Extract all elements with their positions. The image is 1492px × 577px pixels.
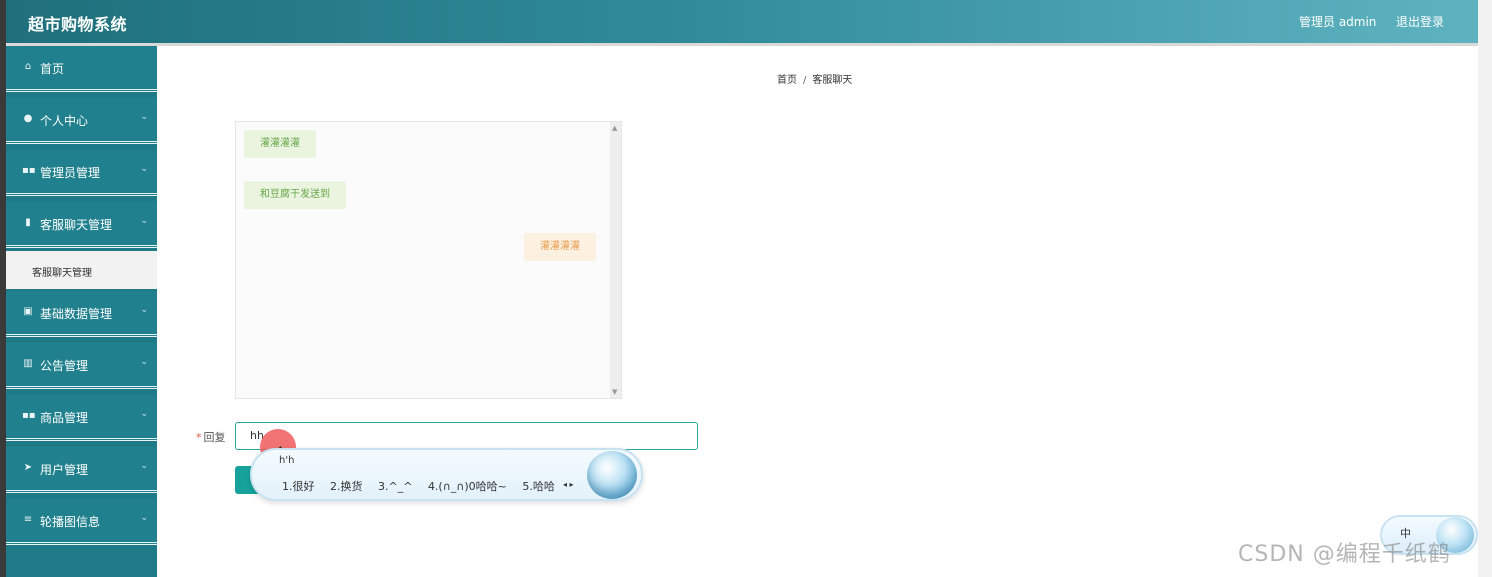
sliders-icon: ≡	[23, 514, 33, 525]
breadcrumb-separator: /	[803, 75, 807, 86]
ime-candidate-window[interactable]: h'h 1.很好 2.换货 3.^_^ 4.(∩_∩)0哈哈~ 5.哈哈 ◂ ▸	[250, 448, 643, 501]
reply-input[interactable]: hh	[235, 422, 698, 450]
submenu-item-chat-management[interactable]: 客服聊天管理	[6, 251, 157, 289]
chevron-down-icon: ⌄	[140, 461, 148, 471]
sidebar-item-label: 客服聊天管理	[40, 218, 113, 232]
submenu-item-label: 客服聊天管理	[32, 268, 92, 279]
chevron-down-icon: ⌄	[140, 164, 148, 174]
ime-candidate-list: 1.很好 2.换货 3.^_^ 4.(∩_∩)0哈哈~ 5.哈哈	[282, 478, 567, 494]
chevron-down-icon: ⌄	[140, 513, 148, 523]
reply-label: * 回复	[196, 429, 226, 445]
chat-scrollbar[interactable]: ▲ ▼	[610, 122, 621, 398]
bars-icon: ▥	[23, 358, 33, 369]
chevron-down-icon: ⌄	[140, 216, 148, 226]
ime-pinyin: h'h	[279, 455, 295, 466]
required-mark: *	[196, 431, 202, 444]
top-header: 超市购物系统 管理员 admin 退出登录	[6, 0, 1478, 43]
reply-label-text: 回复	[203, 431, 226, 444]
send-icon: ➤	[23, 462, 33, 473]
sidebar-item-label: 个人中心	[40, 114, 89, 128]
chevron-down-icon: ⌄	[140, 357, 148, 367]
ime-candidate[interactable]: 4.(∩_∩)0哈哈~	[428, 480, 507, 493]
chat-history-panel[interactable]: 灌灌灌灌 和豆腐干发送到 灌灌灌灌 ▲ ▼	[235, 121, 622, 399]
scroll-down-arrow-icon[interactable]: ▼	[612, 388, 617, 396]
breadcrumb-current: 客服聊天	[812, 75, 853, 86]
clipboard-icon: ▮	[25, 217, 31, 228]
ime-orb-icon	[587, 451, 637, 499]
scroll-up-arrow-icon[interactable]: ▲	[612, 124, 617, 132]
logout-link[interactable]: 退出登录	[1396, 13, 1444, 30]
chat-message-left: 和豆腐干发送到	[244, 181, 346, 209]
sidebar-item-announcements[interactable]: ▥ 公告管理 ⌄	[6, 343, 157, 389]
breadcrumb: 首页 / 客服聊天	[777, 71, 852, 86]
chevron-down-icon: ⌄	[140, 409, 148, 419]
sidebar-item-label: 商品管理	[40, 411, 89, 425]
chevron-down-icon: ⌄	[140, 305, 148, 315]
sidebar-item-chat-management[interactable]: ▮ 客服聊天管理 ⌄	[6, 202, 157, 248]
sidebar-item-basic-data[interactable]: ▣ 基础数据管理 ⌄	[6, 291, 157, 337]
sidebar-item-products[interactable]: ▪▪ 商品管理 ⌄	[6, 395, 157, 441]
user-icon: ●	[23, 113, 33, 124]
breadcrumb-home-link[interactable]: 首页	[777, 75, 797, 86]
sidebar-item-label: 首页	[40, 62, 65, 76]
sidebar: ⌂ 首页 ● 个人中心 ⌄ ▪▪ 管理员管理 ⌄ ▮ 客服聊天管理 ⌄ 客服聊天…	[6, 46, 157, 577]
watermark: CSDN @编程千纸鹤	[1238, 542, 1451, 567]
ime-candidate[interactable]: 1.很好	[282, 480, 315, 493]
ime-page-arrows-icon[interactable]: ◂ ▸	[563, 480, 574, 489]
window-frame-right	[1478, 0, 1492, 577]
app-title: 超市购物系统	[28, 15, 128, 34]
ime-candidate[interactable]: 3.^_^	[378, 480, 412, 493]
chevron-down-icon: ⌄	[140, 112, 148, 122]
sidebar-item-admin-management[interactable]: ▪▪ 管理员管理 ⌄	[6, 150, 157, 196]
sidebar-item-label: 公告管理	[40, 359, 89, 373]
sidebar-item-label: 基础数据管理	[40, 307, 113, 321]
sidebar-item-label: 轮播图信息	[40, 515, 101, 529]
ime-candidate[interactable]: 2.换货	[330, 480, 363, 493]
grid-icon: ▪▪	[22, 410, 36, 421]
chat-message-right: 灌灌灌灌	[524, 233, 596, 261]
sidebar-item-label: 用户管理	[40, 463, 89, 477]
current-user-label: 管理员 admin	[1299, 15, 1377, 29]
chat-message-left: 灌灌灌灌	[244, 130, 316, 158]
home-icon: ⌂	[24, 61, 32, 72]
sidebar-item-carousel[interactable]: ≡ 轮播图信息 ⌄	[6, 499, 157, 545]
chart-icon: ▣	[23, 306, 33, 317]
sidebar-item-label: 管理员管理	[40, 166, 101, 180]
sidebar-item-users[interactable]: ➤ 用户管理 ⌄	[6, 447, 157, 493]
sidebar-item-home[interactable]: ⌂ 首页	[6, 46, 157, 92]
ime-candidate[interactable]: 5.哈哈	[522, 480, 555, 493]
grid-icon: ▪▪	[22, 165, 36, 176]
sidebar-item-personal-center[interactable]: ● 个人中心 ⌄	[6, 98, 157, 144]
